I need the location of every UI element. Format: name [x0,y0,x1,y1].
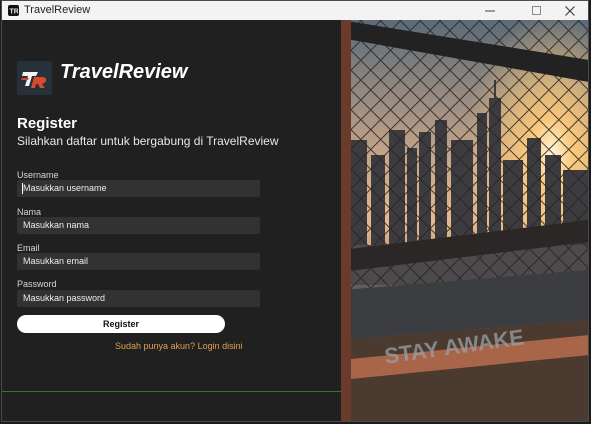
username-label: Username [17,170,59,180]
brand-name: TravelReview [60,61,188,83]
app-icon: TR [8,5,19,16]
password-input[interactable] [17,290,260,307]
minimize-icon [485,10,495,11]
password-label: Password [17,279,57,289]
page-title: Register [17,115,78,132]
email-input[interactable] [17,253,260,270]
travelreview-logo-icon [17,61,52,95]
app-window: TR TravelReview TravelReview Register Si… [1,0,589,422]
svg-text:TR: TR [10,9,19,16]
login-link[interactable]: Sudah punya akun? Login disini [115,341,243,351]
email-label: Email [17,243,40,253]
username-input[interactable] [17,180,260,197]
text-cursor [22,183,23,194]
window-title: TravelReview [24,4,91,16]
minimize-button[interactable] [475,1,505,20]
close-button[interactable] [555,1,585,20]
maximize-icon [532,5,541,15]
register-button[interactable]: Register [17,315,225,333]
title-bar[interactable]: TR TravelReview [2,1,588,21]
divider [2,391,341,392]
page-subtitle: Silahkan daftar untuk bergabung di Trave… [17,134,279,148]
register-panel: TravelReview Register Silahkan daftar un… [2,20,341,421]
nama-label: Nama [17,207,42,217]
nama-input[interactable] [17,217,260,234]
city-photo: STAY AWAKE [341,20,588,421]
close-icon [565,5,575,16]
maximize-button[interactable] [522,1,552,20]
